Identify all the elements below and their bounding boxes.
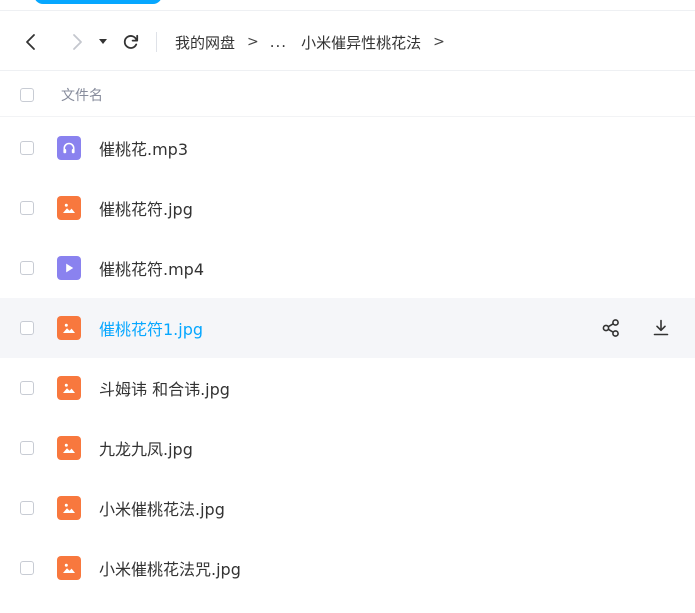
file-list: 催桃花.mp3 催桃花符.jpg 催桃花符.mp4 催桃花符1.jpg 斗姆讳 和合讳.…: [0, 118, 695, 598]
file-checkbox[interactable]: [20, 261, 34, 275]
breadcrumb-root[interactable]: 我的网盘: [175, 32, 235, 53]
file-name[interactable]: 催桃花符.jpg: [99, 196, 193, 220]
image-icon: [57, 376, 81, 400]
forward-button[interactable]: [64, 27, 90, 57]
file-checkbox[interactable]: [20, 141, 34, 155]
select-all-checkbox[interactable]: [20, 88, 34, 102]
file-name[interactable]: 九龙九凤.jpg: [99, 436, 193, 460]
share-button[interactable]: [599, 316, 623, 340]
chevron-left-icon: [26, 34, 35, 50]
file-name[interactable]: 催桃花符.mp4: [99, 256, 204, 280]
file-row[interactable]: 小米催桃花法咒.jpg: [0, 538, 695, 598]
refresh-button[interactable]: [118, 27, 144, 57]
file-checkbox[interactable]: [20, 561, 34, 575]
download-button[interactable]: [649, 316, 673, 340]
file-name[interactable]: 斗姆讳 和合讳.jpg: [99, 376, 230, 400]
file-name[interactable]: 催桃花符1.jpg: [99, 316, 203, 340]
share-icon: [601, 318, 621, 338]
file-checkbox[interactable]: [20, 381, 34, 395]
image-icon: [57, 436, 81, 460]
refresh-icon: [123, 34, 139, 49]
upload-button-edge[interactable]: [34, 0, 162, 4]
caret-down-icon: [99, 39, 107, 44]
breadcrumb-ellipsis[interactable]: ...: [270, 33, 287, 51]
file-checkbox[interactable]: [20, 321, 34, 335]
back-button[interactable]: [18, 27, 44, 57]
file-row[interactable]: 催桃花符1.jpg: [0, 298, 695, 358]
image-icon: [57, 196, 81, 220]
navigation-bar: 我的网盘 > ... 小米催异性桃花法 >: [0, 22, 695, 62]
headphones-icon: [57, 136, 81, 160]
file-row[interactable]: 斗姆讳 和合讳.jpg: [0, 358, 695, 418]
top-divider: [0, 10, 695, 11]
column-header-filename[interactable]: 文件名: [61, 85, 103, 105]
row-actions: [599, 298, 673, 358]
file-row[interactable]: 九龙九凤.jpg: [0, 418, 695, 478]
breadcrumb-separator: >: [247, 34, 259, 50]
file-checkbox[interactable]: [20, 201, 34, 215]
play-icon: [57, 256, 81, 280]
file-name[interactable]: 小米催桃花法咒.jpg: [99, 556, 241, 580]
history-dropdown-button[interactable]: [94, 27, 112, 57]
file-checkbox[interactable]: [20, 501, 34, 515]
header-divider: [0, 116, 695, 117]
chevron-right-icon: [73, 34, 82, 50]
breadcrumb-current-folder[interactable]: 小米催异性桃花法: [301, 32, 421, 53]
file-row[interactable]: 小米催桃花法.jpg: [0, 478, 695, 538]
breadcrumb-separator: >: [433, 34, 445, 50]
image-icon: [57, 316, 81, 340]
file-row[interactable]: 催桃花符.jpg: [0, 178, 695, 238]
file-name[interactable]: 催桃花.mp3: [99, 136, 188, 160]
list-header: 文件名: [0, 78, 695, 112]
image-icon: [57, 496, 81, 520]
nav-divider: [0, 70, 695, 71]
file-row[interactable]: 催桃花.mp3: [0, 118, 695, 178]
file-row[interactable]: 催桃花符.mp4: [0, 238, 695, 298]
image-icon: [57, 556, 81, 580]
download-icon: [651, 318, 671, 338]
file-name[interactable]: 小米催桃花法.jpg: [99, 496, 225, 520]
nav-separator: [156, 32, 157, 52]
file-checkbox[interactable]: [20, 441, 34, 455]
